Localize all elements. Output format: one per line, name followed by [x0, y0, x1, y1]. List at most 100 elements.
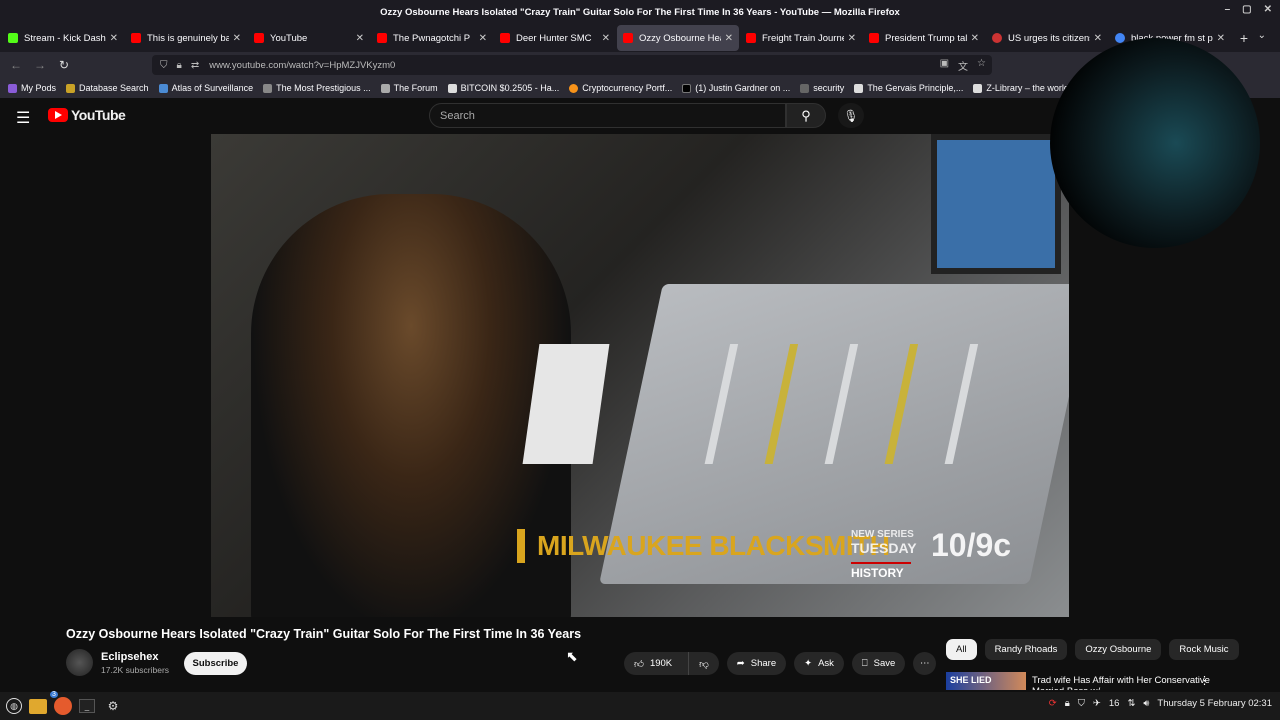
new-tab-icon[interactable]: + [1234, 30, 1254, 46]
browser-tab[interactable]: Stream - Kick Dashbo ✕ [2, 25, 124, 51]
browser-tab[interactable]: The Pwnagotchi P ✕ [371, 25, 493, 51]
minimize-icon[interactable]: – [1225, 4, 1231, 15]
bookmark-label: The Gervais Principle,... [867, 83, 964, 93]
voice-search-button[interactable]: 🎙︎ [838, 103, 864, 128]
youtube-logo[interactable]: YouTube [48, 107, 126, 123]
close-tab-icon[interactable]: ✕ [356, 33, 364, 44]
recommended-title[interactable]: Trad wife Has Affair with Her Conservati… [1026, 672, 1216, 690]
bookmark-item[interactable]: The Forum [380, 83, 438, 93]
security-icon[interactable]: 🔒︎ [1065, 698, 1070, 709]
browser-tab[interactable]: US urges its citizens ✕ [986, 25, 1108, 51]
thumbs-up-icon: 👍︎ [634, 658, 644, 670]
tab-label: YouTube [270, 32, 308, 44]
taskbar-badge: 3 [50, 691, 58, 698]
search-button[interactable]: ⚲ [786, 103, 826, 128]
bookmark-item[interactable]: The Gervais Principle,... [854, 83, 963, 93]
chip-randy-rhoads[interactable]: Randy Rhoads [984, 639, 1068, 660]
recommended-thumbnail[interactable]: SHE LIED [946, 672, 1027, 690]
browser-tab[interactable]: President Trump talk ✕ [863, 25, 985, 51]
bookmark-label: The Most Prestigious ... [276, 83, 371, 93]
tab-favicon-icon [131, 33, 141, 43]
close-tab-icon[interactable]: ✕ [725, 33, 733, 44]
video-player[interactable]: MILWAUKEE BLACKSMITH NEW SERIES TUESDAY … [211, 134, 1069, 617]
bookmark-favicon-icon [66, 83, 76, 93]
lock-icon[interactable]: 🔒︎ [177, 60, 182, 71]
bookmark-label: Atlas of Surveillance [171, 83, 254, 93]
close-tab-icon[interactable]: ✕ [602, 33, 610, 44]
youtube-play-icon [48, 108, 68, 122]
channel-name[interactable]: Eclipsehex [101, 651, 169, 663]
chip-all[interactable]: All [946, 639, 977, 660]
chip-ozzy-osbourne[interactable]: Ozzy Osbourne [1075, 639, 1162, 660]
bookmark-star-icon[interactable]: ☆ [977, 58, 986, 73]
notification-icon[interactable]: ✈ [1093, 698, 1101, 709]
dislike-button[interactable]: 👎︎ [688, 652, 719, 675]
bookmark-item[interactable]: (1) Justin Gardner on ... [682, 83, 790, 93]
share-button[interactable]: ➦ Share [726, 652, 787, 675]
bookmark-favicon-icon [800, 83, 810, 93]
volume-icon[interactable]: 🔊︎ [1143, 698, 1149, 709]
file-manager-icon[interactable] [29, 698, 47, 714]
mouse-cursor-icon: ⬉ [566, 648, 578, 664]
reload-icon[interactable]: ↻ [52, 58, 76, 72]
bookmark-item[interactable]: Database Search [66, 83, 149, 93]
bookmark-item[interactable]: My Pods [8, 83, 56, 93]
more-actions-button[interactable]: ⋯ [913, 652, 937, 675]
like-button[interactable]: 👍︎ 190K [624, 652, 682, 675]
permissions-icon[interactable]: ⇄ [191, 60, 199, 71]
browser-tab-active[interactable]: Ozzy Osbourne Hear ✕ [617, 25, 739, 51]
browser-tab[interactable]: YouTube ✕ [248, 25, 370, 51]
ask-button[interactable]: ✦ Ask [794, 652, 844, 675]
bookmark-item[interactable]: Atlas of Surveillance [158, 83, 254, 93]
bookmark-favicon-icon [682, 83, 692, 93]
close-tab-icon[interactable]: ✕ [233, 33, 241, 44]
close-tab-icon[interactable]: ✕ [110, 33, 118, 44]
bookmark-item[interactable]: The Most Prestigious ... [263, 83, 371, 93]
subscribe-button[interactable]: Subscribe [184, 652, 247, 675]
close-tab-icon[interactable]: ✕ [1217, 33, 1225, 44]
recommended-video[interactable]: SHE LIED Trad wife Has Affair with Her C… [946, 672, 1216, 690]
tab-label: Ozzy Osbourne Hear [639, 32, 721, 44]
bookmark-item[interactable]: BITCOIN $0.2505 - Ha... [447, 83, 559, 93]
bookmark-item[interactable]: Cryptocurrency Portf... [569, 83, 672, 93]
back-arrow-icon[interactable]: ← [4, 58, 28, 72]
shield-icon[interactable]: ⛉ [1078, 698, 1085, 709]
translate-icon[interactable]: 文 [958, 58, 968, 73]
close-tab-icon[interactable]: ✕ [971, 33, 979, 44]
close-window-icon[interactable]: ✕ [1264, 4, 1272, 15]
list-tabs-chevron-icon[interactable]: ⌄ [1258, 30, 1266, 41]
search-input[interactable]: Search [429, 103, 786, 128]
menu-hamburger-icon[interactable]: ☰ [16, 108, 30, 128]
console-fader [824, 344, 859, 464]
network-icon[interactable]: ⇅ [1127, 698, 1135, 709]
tab-bar: Stream - Kick Dashbo ✕ This is genuinely … [0, 24, 1280, 52]
firefox-icon[interactable]: 3 [50, 691, 72, 715]
browser-tab[interactable]: Deer Hunter SMC ✕ [494, 25, 616, 51]
terminal-icon[interactable]: _ [79, 699, 95, 713]
maximize-icon[interactable]: ▢ [1242, 4, 1251, 15]
bookmark-item[interactable]: security [800, 83, 844, 93]
forward-arrow-icon[interactable]: → [28, 58, 52, 72]
more-options-icon[interactable]: ⋮ [1199, 674, 1210, 687]
tab-favicon-icon [992, 33, 1002, 43]
chip-rock-music[interactable]: Rock Music [1169, 639, 1239, 660]
close-tab-icon[interactable]: ✕ [479, 33, 487, 44]
app-menu-icon[interactable]: ◍ [6, 698, 22, 714]
url-text[interactable]: www.youtube.com/watch?v=HpMZJVKyzm0 [209, 60, 395, 71]
promo-network: HISTORY [851, 562, 911, 580]
update-icon[interactable]: ⟳ [1049, 698, 1057, 709]
clock[interactable]: Thursday 5 February 02:31 [1157, 698, 1272, 709]
tracking-shield-icon[interactable]: ⛉ [160, 60, 168, 71]
browser-tab[interactable]: This is genuinely bad ✕ [125, 25, 247, 51]
tab-favicon-icon [500, 33, 510, 43]
settings-app-icon[interactable]: ⚙ [102, 695, 124, 717]
close-tab-icon[interactable]: ✕ [1094, 33, 1102, 44]
close-tab-icon[interactable]: ✕ [848, 33, 856, 44]
browser-tab[interactable]: Freight Train Journe ✕ [740, 25, 862, 51]
address-bar[interactable]: ⛉ 🔒︎ ⇄ www.youtube.com/watch?v=HpMZJVKyz… [152, 55, 992, 75]
save-button[interactable]: ⎕ Save [851, 652, 906, 675]
picture-in-picture-icon[interactable]: ▣ [940, 58, 949, 73]
channel-avatar[interactable] [66, 649, 93, 676]
channel-info[interactable]: Eclipsehex 17.2K subscribers [66, 649, 169, 676]
more-dots-icon: ⋯ [920, 658, 930, 669]
